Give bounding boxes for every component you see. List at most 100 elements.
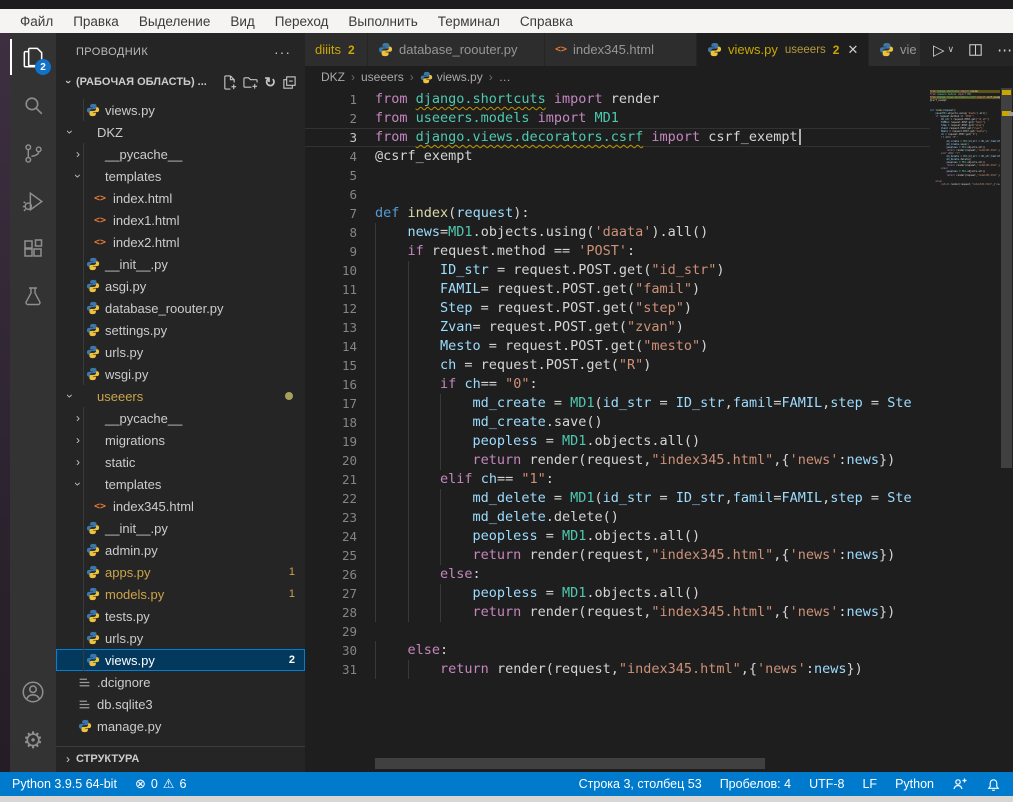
tree-item-index-html[interactable]: <>index.html (56, 187, 305, 209)
cursor-position-status[interactable]: Строка 3, столбец 53 (579, 777, 702, 791)
code-line-11[interactable]: 11 FAMIL= request.POST.get("famil") (305, 280, 930, 299)
code-line-23[interactable]: 23 md_delete.delete() (305, 508, 930, 527)
tree-item-dkz[interactable]: ›DKZ (56, 121, 305, 143)
tree-item-static[interactable]: ›static (56, 451, 305, 473)
code-line-17[interactable]: 17 md_create = MD1(id_str = ID_str,famil… (305, 394, 930, 413)
tree-item--pycache-[interactable]: ›__pycache__ (56, 143, 305, 165)
tree-item-models-py[interactable]: models.py1 (56, 583, 305, 605)
menu-item-3[interactable]: Выделение (129, 14, 221, 29)
code-pane[interactable]: 1from django.shortcuts import render2fro… (305, 90, 930, 772)
menu-item-1[interactable]: Файл (10, 14, 63, 29)
chevron-down-icon[interactable]: › (63, 124, 77, 140)
tree-item-wsgi-py[interactable]: wsgi.py (56, 363, 305, 385)
tree-item-views-py[interactable]: views.py (56, 99, 305, 121)
code-line-18[interactable]: 18 md_create.save() (305, 413, 930, 432)
search-activity-button[interactable] (10, 81, 56, 129)
tab-index345-html[interactable]: <>index345.html (545, 33, 697, 66)
code-line-21[interactable]: 21 elif ch== "1": (305, 470, 930, 489)
tree-item-index345-html[interactable]: <>index345.html (56, 495, 305, 517)
settings-button[interactable]: ⚙ (10, 716, 56, 764)
code-line-3[interactable]: 3from django.views.decorators.csrf impor… (305, 128, 930, 147)
tree-item-index1-html[interactable]: <>index1.html (56, 209, 305, 231)
run-python-file-button[interactable]: ▷∨ (933, 41, 954, 59)
tree-item-apps-py[interactable]: apps.py1 (56, 561, 305, 583)
tree-item-templates[interactable]: ›templates (56, 473, 305, 495)
code-line-2[interactable]: 2from useeers.models import MD1 (305, 109, 930, 128)
code-line-8[interactable]: 8 news=MD1.objects.using('daata').all() (305, 223, 930, 242)
account-button[interactable] (10, 668, 56, 716)
workspace-section-header[interactable]: › (РАБОЧАЯ ОБЛАСТЬ) ... ↻ (56, 71, 305, 93)
menu-item-5[interactable]: Переход (265, 14, 339, 29)
code-line-30[interactable]: 30 else: (305, 641, 930, 660)
tree-item-settings-py[interactable]: settings.py (56, 319, 305, 341)
python-interpreter-status[interactable]: Python 3.9.5 64-bit (12, 777, 117, 791)
breadcrumb-item-1[interactable]: DKZ (321, 70, 345, 84)
tree-item-urls-py[interactable]: urls.py (56, 341, 305, 363)
refresh-icon[interactable]: ↻ (264, 74, 276, 91)
code-line-15[interactable]: 15 ch = request.POST.get("R") (305, 356, 930, 375)
horizontal-scrollbar-thumb[interactable] (375, 758, 765, 769)
outline-section-header[interactable]: › СТРУКТУРА (56, 746, 305, 771)
notifications-bell-icon[interactable] (986, 777, 1001, 792)
code-line-14[interactable]: 14 Mesto = request.POST.get("mesto") (305, 337, 930, 356)
code-line-22[interactable]: 22 md_delete = MD1(id_str = ID_str,famil… (305, 489, 930, 508)
tree-item-admin-py[interactable]: admin.py (56, 539, 305, 561)
code-line-19[interactable]: 19 peopless = MD1.objects.all() (305, 432, 930, 451)
tree-item-urls-py[interactable]: urls.py (56, 627, 305, 649)
tree-item-asgi-py[interactable]: asgi.py (56, 275, 305, 297)
tab-diiits[interactable]: diiits2 (305, 33, 368, 66)
tree-item-views-py[interactable]: views.py2 (56, 649, 305, 671)
code-line-24[interactable]: 24 peopless = MD1.objects.all() (305, 527, 930, 546)
encoding-status[interactable]: UTF-8 (809, 777, 844, 791)
tree-item-manage-py[interactable]: manage.py (56, 715, 305, 737)
code-line-7[interactable]: 7def index(request): (305, 204, 930, 223)
new-folder-icon[interactable] (243, 75, 258, 90)
breadcrumb-item-2[interactable]: useeers (361, 70, 404, 84)
source-control-activity-button[interactable] (10, 129, 56, 177)
new-file-icon[interactable] (222, 75, 237, 90)
extensions-activity-button[interactable] (10, 225, 56, 273)
split-editor-button[interactable] (968, 43, 983, 57)
breadcrumb-item-3[interactable]: views.py (420, 70, 483, 84)
vertical-scrollbar[interactable] (1000, 88, 1013, 772)
code-line-10[interactable]: 10 ID_str = request.POST.get("id_str") (305, 261, 930, 280)
code-line-29[interactable]: 29 (305, 622, 930, 641)
tree-item-useeers[interactable]: ›useeers (56, 385, 305, 407)
indentation-status[interactable]: Пробелов: 4 (720, 777, 791, 791)
tree-item-db-sqlite3[interactable]: db.sqlite3 (56, 693, 305, 715)
eol-status[interactable]: LF (862, 777, 877, 791)
breadcrumb-item-4[interactable]: … (499, 70, 511, 84)
code-line-31[interactable]: 31 return render(request,"index345.html"… (305, 660, 930, 679)
tree-item-database-roouter-py[interactable]: database_roouter.py (56, 297, 305, 319)
explorer-more-actions-icon[interactable]: ··· (274, 44, 291, 60)
problems-status[interactable]: ⊗ 0 ⚠ 6 (135, 776, 186, 792)
tab-views-py[interactable]: views.pyuseeers2✕ (697, 33, 869, 66)
code-line-16[interactable]: 16 if ch== "0": (305, 375, 930, 394)
explorer-activity-button[interactable]: 2 (10, 33, 56, 81)
feedback-icon[interactable] (952, 776, 968, 792)
language-mode-status[interactable]: Python (895, 777, 934, 791)
code-line-26[interactable]: 26 else: (305, 565, 930, 584)
code-line-6[interactable]: 6 (305, 185, 930, 204)
tree-item-tests-py[interactable]: tests.py (56, 605, 305, 627)
horizontal-scrollbar[interactable] (305, 758, 930, 769)
collapse-all-icon[interactable] (282, 75, 297, 90)
code-line-13[interactable]: 13 Zvan= request.POST.get("zvan") (305, 318, 930, 337)
code-line-1[interactable]: 1from django.shortcuts import render (305, 90, 930, 109)
tree-item--init-py[interactable]: __init__.py (56, 517, 305, 539)
chevron-down-icon[interactable]: › (71, 476, 85, 492)
run-debug-activity-button[interactable] (10, 177, 56, 225)
code-line-25[interactable]: 25 return render(request,"index345.html"… (305, 546, 930, 565)
code-editor[interactable]: 1from django.shortcuts import render2fro… (305, 88, 1013, 772)
menu-item-6[interactable]: Выполнить (338, 14, 427, 29)
tab-database-roouter-py[interactable]: database_roouter.py (368, 33, 545, 66)
menu-item-4[interactable]: Вид (220, 14, 264, 29)
tree-item--dcignore[interactable]: .dcignore (56, 671, 305, 693)
menu-item-2[interactable]: Правка (63, 14, 129, 29)
testing-activity-button[interactable] (10, 273, 56, 321)
tab-vie[interactable]: vie (869, 33, 921, 66)
tree-item-templates[interactable]: ›templates (56, 165, 305, 187)
vertical-scrollbar-thumb[interactable] (1001, 88, 1012, 468)
tree-item--init-py[interactable]: __init__.py (56, 253, 305, 275)
code-line-5[interactable]: 5 (305, 166, 930, 185)
